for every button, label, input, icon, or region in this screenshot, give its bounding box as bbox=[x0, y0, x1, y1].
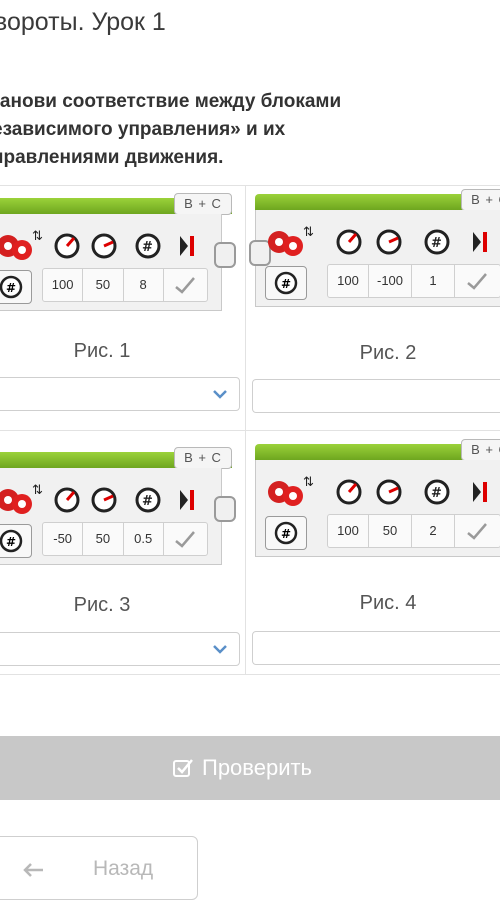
steering-icon: ⇅ bbox=[303, 475, 314, 490]
motor-icon bbox=[268, 231, 303, 256]
param-steering: 100 bbox=[328, 265, 369, 297]
block-icons: ⇅ # bbox=[268, 225, 487, 256]
param-rotations: 1 bbox=[412, 265, 455, 297]
check-button[interactable]: Проверить bbox=[0, 736, 500, 800]
svg-text:#: # bbox=[6, 281, 16, 295]
svg-text:#: # bbox=[6, 535, 16, 549]
back-button[interactable]: Назад bbox=[0, 836, 198, 900]
check-button-label: Проверить bbox=[202, 755, 313, 780]
hash-icon: # bbox=[424, 229, 450, 255]
back-button-label: Назад bbox=[93, 857, 154, 880]
svg-text:⇅: ⇅ bbox=[303, 475, 314, 490]
param-power: 50 bbox=[83, 523, 124, 555]
svg-text:⇅: ⇅ bbox=[32, 229, 43, 244]
question-line-3: правлениями движения. bbox=[0, 147, 224, 168]
motor-icon bbox=[0, 235, 32, 260]
figure-caption: Рис. 2 bbox=[359, 342, 417, 364]
svg-text:#: # bbox=[142, 494, 153, 509]
speed-gauge-icon bbox=[91, 233, 117, 259]
param-steering: -50 bbox=[43, 523, 84, 555]
port-label: B + C bbox=[461, 439, 500, 461]
block-icons: ⇅ # bbox=[0, 483, 194, 514]
question-line-2: езависимого управления» и их bbox=[0, 119, 286, 140]
figure-caption: Рис. 3 bbox=[73, 594, 131, 616]
mode-selector-button: # bbox=[0, 524, 32, 558]
lesson-title: вороты. Урок 1 bbox=[0, 8, 166, 36]
ev3-steering-block: B + C ⇅ # # -50 50 0.5 bbox=[0, 444, 238, 574]
end-icon bbox=[180, 236, 194, 256]
parameter-row: -50 50 0.5 bbox=[42, 522, 208, 556]
hash-icon: # bbox=[424, 479, 450, 505]
param-brake bbox=[455, 265, 499, 297]
mode-selector-button: # bbox=[0, 270, 32, 304]
parameter-row: 100 50 2 bbox=[327, 514, 500, 548]
grid-divider bbox=[0, 430, 500, 431]
arrow-left-icon bbox=[23, 863, 43, 877]
checkbox-icon bbox=[173, 759, 193, 777]
steering-icon: ⇅ bbox=[32, 229, 43, 244]
mode-selector-button: # bbox=[265, 516, 307, 550]
answer-select-1[interactable] bbox=[0, 377, 240, 411]
param-steering: 100 bbox=[43, 269, 84, 301]
chevron-down-icon bbox=[213, 645, 227, 654]
mode-selector-button: # bbox=[265, 266, 307, 300]
end-icon bbox=[473, 482, 487, 502]
svg-text:#: # bbox=[142, 240, 153, 255]
param-brake bbox=[164, 523, 207, 555]
svg-text:#: # bbox=[431, 236, 442, 251]
parameter-row: 100 50 8 bbox=[42, 268, 208, 302]
chevron-down-icon bbox=[213, 390, 227, 399]
svg-text:⇅: ⇅ bbox=[32, 483, 43, 498]
speed-gauge-icon bbox=[376, 479, 402, 505]
param-power: -100 bbox=[369, 265, 412, 297]
svg-text:#: # bbox=[281, 527, 291, 541]
question-text: ганови соответствие между блоками езавис… bbox=[0, 88, 492, 172]
ev3-steering-block: B + C ⇅ # # 100 -100 1 bbox=[249, 186, 500, 316]
speed-gauge-icon bbox=[376, 229, 402, 255]
block-icons: ⇅ # bbox=[0, 229, 194, 260]
hash-icon: # bbox=[135, 233, 161, 259]
svg-text:#: # bbox=[431, 486, 442, 501]
connector-tab bbox=[214, 242, 236, 268]
svg-text:#: # bbox=[281, 277, 291, 291]
param-rotations: 2 bbox=[412, 515, 455, 547]
param-brake bbox=[455, 515, 499, 547]
speed-gauge-icon bbox=[91, 487, 117, 513]
param-brake bbox=[164, 269, 207, 301]
param-power: 50 bbox=[369, 515, 412, 547]
hash-icon: # bbox=[135, 487, 161, 513]
end-icon bbox=[473, 232, 487, 252]
answer-select-2[interactable] bbox=[252, 379, 500, 413]
grid-divider bbox=[0, 674, 500, 675]
port-label: B + C bbox=[174, 447, 232, 469]
parameter-row: 100 -100 1 bbox=[327, 264, 500, 298]
ev3-steering-block: B + C ⇅ # # 100 50 8 bbox=[0, 190, 238, 320]
answer-select-4[interactable] bbox=[252, 631, 500, 665]
motor-icon bbox=[0, 489, 32, 514]
answer-select-3[interactable] bbox=[0, 632, 240, 666]
connector-tab bbox=[214, 496, 236, 522]
power-gauge-icon bbox=[336, 229, 362, 255]
param-rotations: 8 bbox=[124, 269, 164, 301]
block-icons: ⇅ # bbox=[268, 475, 487, 506]
port-label: B + C bbox=[461, 189, 500, 211]
ev3-steering-block: B + C ⇅ # # 100 50 2 bbox=[255, 436, 500, 566]
question-line-1: ганови соответствие между блоками bbox=[0, 91, 342, 112]
port-label: B + C bbox=[174, 193, 232, 215]
steering-icon: ⇅ bbox=[32, 483, 43, 498]
param-power: 50 bbox=[83, 269, 124, 301]
figure-caption: Рис. 1 bbox=[73, 340, 131, 362]
power-gauge-icon bbox=[54, 487, 80, 513]
steering-icon: ⇅ bbox=[303, 225, 314, 240]
power-gauge-icon bbox=[54, 233, 80, 259]
power-gauge-icon bbox=[336, 479, 362, 505]
svg-text:⇅: ⇅ bbox=[303, 225, 314, 240]
motor-icon bbox=[268, 481, 303, 506]
end-icon bbox=[180, 490, 194, 510]
param-steering: 100 bbox=[328, 515, 369, 547]
figure-caption: Рис. 4 bbox=[359, 592, 417, 614]
param-rotations: 0.5 bbox=[124, 523, 164, 555]
